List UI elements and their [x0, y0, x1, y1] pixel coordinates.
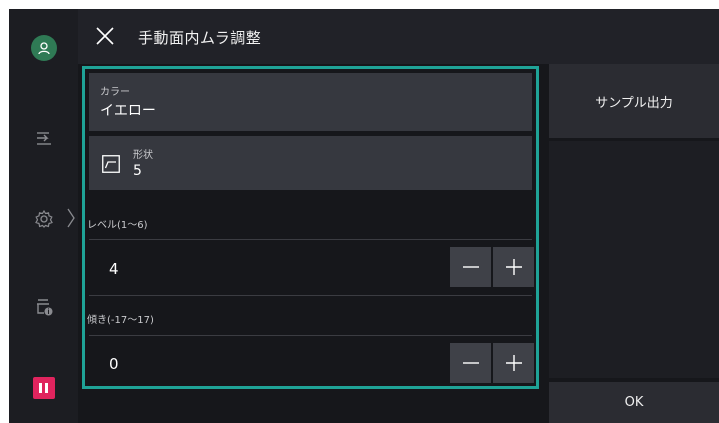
chevron-right-icon: [67, 208, 75, 228]
user-button[interactable]: [9, 33, 78, 63]
sample-output-button[interactable]: サンプル出力: [549, 64, 719, 138]
action-column: サンプル出力 OK: [549, 64, 719, 423]
gear-icon: [34, 209, 53, 228]
ok-button[interactable]: OK: [549, 382, 719, 423]
pause-button[interactable]: [9, 373, 78, 403]
close-icon[interactable]: [95, 26, 115, 46]
job-flow-icon: [36, 132, 51, 145]
device-info-button[interactable]: [9, 292, 78, 322]
side-rail: [9, 9, 78, 423]
job-list-button[interactable]: [9, 123, 78, 153]
user-avatar-icon: [30, 35, 57, 61]
app-screen: 手動面内ムラ調整 カラー イエロー 形状 5 レベル(1〜6) 4 傾き(-17…: [9, 9, 719, 423]
focus-outline: [82, 66, 539, 389]
action-spacer: [549, 141, 719, 378]
printer-info-icon: [36, 299, 52, 316]
header-bar: 手動面内ムラ調整: [78, 9, 719, 64]
page-title: 手動面内ムラ調整: [138, 29, 262, 47]
pause-icon: [32, 377, 55, 399]
